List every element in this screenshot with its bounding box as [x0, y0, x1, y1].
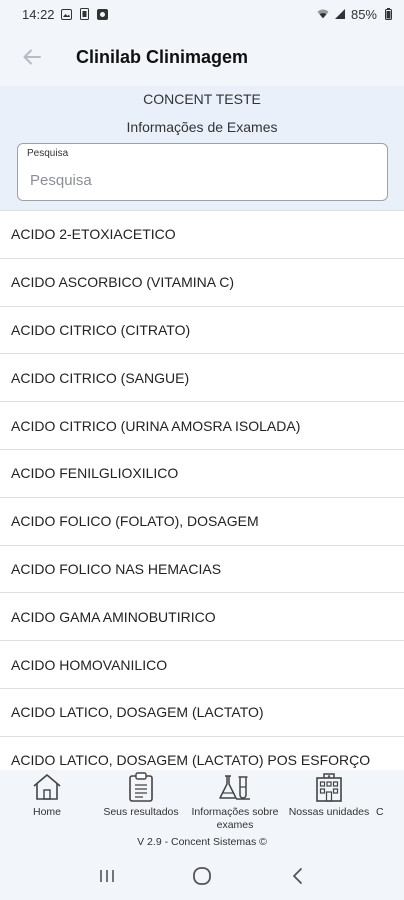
nav-more[interactable]: C [376, 770, 404, 834]
list-item[interactable]: ACIDO 2-ETOXIACETICO [0, 211, 404, 259]
bottom-nav: Home Seus resultados Informações sobre e… [0, 770, 404, 852]
system-nav-bar [0, 852, 404, 900]
back-button[interactable] [10, 35, 54, 79]
recent-apps-icon [100, 870, 115, 882]
list-item[interactable]: ACIDO ASCORBICO (VITAMINA C) [0, 258, 404, 307]
nav-exam-info[interactable]: Informações sobre exames [188, 770, 282, 834]
nav-label: Informações sobre exames [191, 806, 279, 831]
list-item[interactable]: ACIDO FOLICO (FOLATO), DOSAGEM [0, 497, 404, 546]
list-item[interactable]: ACIDO GAMA AMINOBUTIRICO [0, 593, 404, 642]
search-input[interactable] [30, 168, 370, 192]
sim-notification-icon [79, 8, 91, 20]
back-system-button[interactable] [277, 856, 317, 896]
list-item[interactable]: ACIDO HOMOVANILICO [0, 641, 404, 689]
list-item[interactable]: ACIDO CITRICO (CITRATO) [0, 306, 404, 355]
bottom-nav-items: Home Seus resultados Informações sobre e… [0, 770, 404, 834]
more-icon [376, 772, 396, 802]
section-title: Informações de Exames [126, 119, 278, 135]
nav-label: Nossas unidades [288, 806, 370, 818]
chevron-left-icon [292, 868, 302, 884]
wifi-icon [317, 8, 329, 20]
status-bar: 14:22 85% [0, 0, 404, 28]
home-circle-icon [193, 867, 211, 885]
company-name: CONCENT TESTE [143, 91, 261, 107]
list-item[interactable]: ACIDO CITRICO (SANGUE) [0, 354, 404, 403]
search-field[interactable]: Pesquisa [17, 143, 388, 201]
app-header: Clinilab Clinimagem [0, 28, 404, 86]
gallery-notification-icon [61, 8, 73, 20]
list-item[interactable]: ACIDO FOLICO NAS HEMACIAS [0, 545, 404, 594]
list-item[interactable]: ACIDO LATICO, DOSAGEM (LACTATO) [0, 688, 404, 737]
recent-apps-button[interactable] [87, 856, 127, 896]
nav-units[interactable]: Nossas unidades [282, 770, 376, 834]
signal-icon [334, 8, 346, 20]
exam-list[interactable]: ACIDO 2-ETOXIACETICO ACIDO ASCORBICO (VI… [0, 210, 404, 772]
list-item[interactable]: ACIDO CITRICO (URINA AMOSRA ISOLADA) [0, 402, 404, 450]
status-right: 85% [317, 7, 394, 22]
nav-label: Seus resultados [103, 806, 179, 818]
battery-percent: 85% [350, 6, 377, 22]
app-notification-icon [97, 8, 109, 20]
page-title: Clinilab Clinimagem [76, 46, 249, 67]
version-text: V 2.9 - Concent Sistemas © [137, 836, 267, 848]
nav-label: Home [32, 806, 61, 818]
list-item[interactable]: ACIDO FENILGLIOXILICO [0, 449, 404, 498]
search-legend: Pesquisa [27, 148, 69, 159]
list-item[interactable]: ACIDO LATICO, DOSAGEM (LACTATO) POS ESFO… [0, 736, 404, 772]
home-icon [30, 772, 64, 802]
nav-results[interactable]: Seus resultados [94, 770, 188, 834]
arrow-left-icon [23, 49, 41, 65]
nav-home[interactable]: Home [0, 770, 94, 834]
battery-icon [382, 8, 394, 20]
lab-flask-icon [218, 772, 252, 802]
nav-label: C [376, 806, 384, 818]
status-time: 14:22 [22, 6, 55, 22]
home-system-button[interactable] [182, 856, 222, 896]
clipboard-icon [124, 772, 158, 802]
building-icon [312, 772, 346, 802]
status-left: 14:22 [22, 7, 109, 22]
